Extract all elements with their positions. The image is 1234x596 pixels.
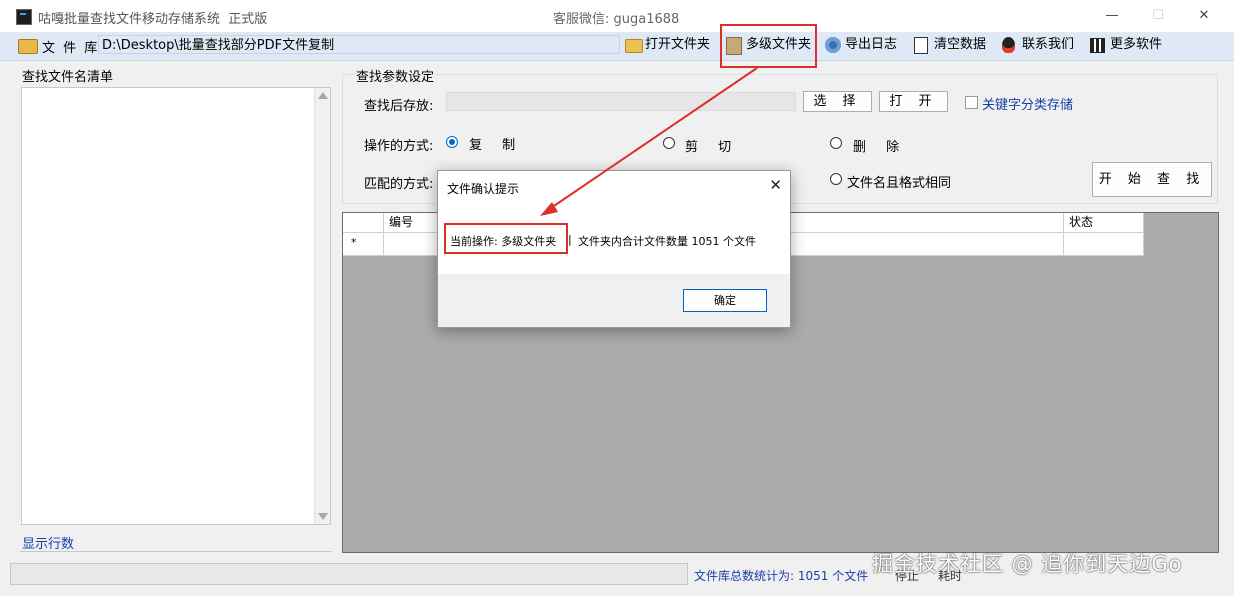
annotation-arrow-line bbox=[547, 67, 758, 211]
annotation-arrow-svg bbox=[540, 67, 758, 216]
